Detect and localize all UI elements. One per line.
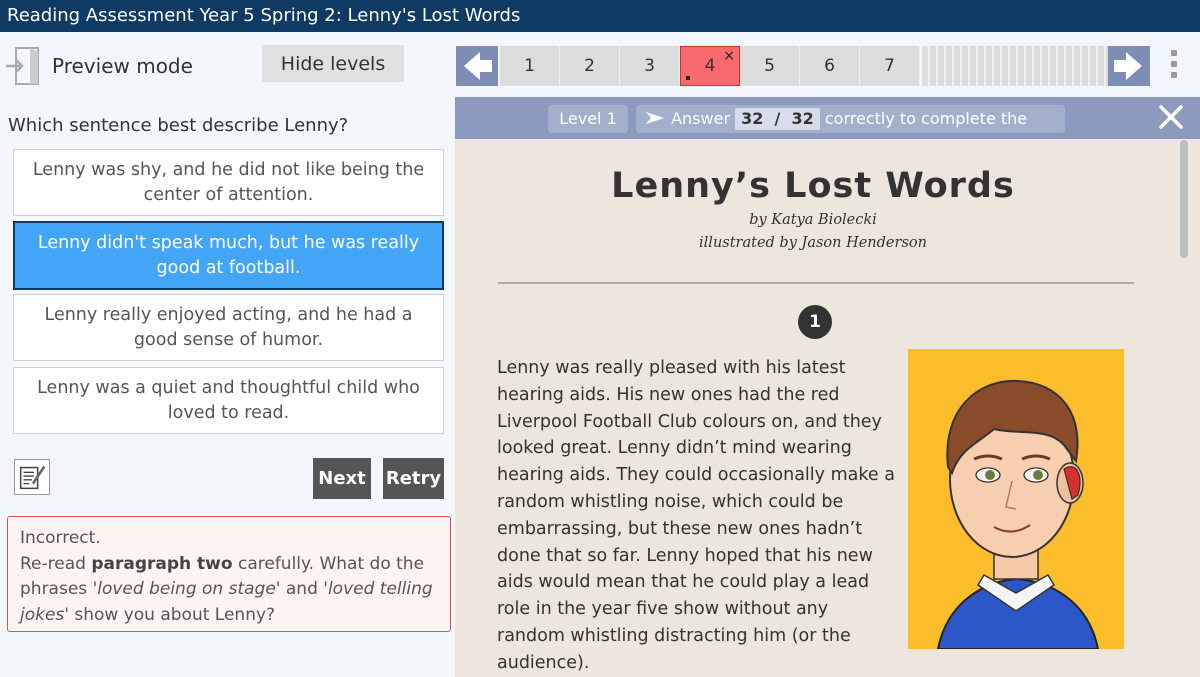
feedback-heading: Incorrect. (20, 528, 101, 548)
arrow-right-icon (1114, 52, 1142, 80)
play-arrow-icon (646, 112, 664, 124)
page-tab-6[interactable]: 6 (800, 46, 860, 86)
exit-door-icon[interactable] (4, 46, 40, 86)
more-vertical-icon[interactable] (1166, 50, 1182, 84)
level-label: Level 1 (548, 105, 628, 133)
question-text: Which sentence best describe Lenny? (8, 115, 349, 136)
page-tab-1[interactable]: 1 (500, 46, 560, 86)
story-illustrator: illustrated by Jason Henderson (699, 235, 927, 251)
notes-icon[interactable] (14, 459, 50, 495)
boy-portrait-illustration (908, 349, 1124, 649)
page-tab-5[interactable]: 5 (740, 46, 800, 86)
page-tab-3[interactable]: 3 (620, 46, 680, 86)
story-reader: Lenny’s Lost Words by Katya Biolecki ill… (455, 139, 1200, 677)
prev-page-button[interactable] (456, 46, 498, 86)
answer-option-2[interactable]: Lenny didn't speak much, but he was real… (13, 221, 444, 290)
question-panel: Preview mode Hide levels Which sentence … (0, 32, 455, 677)
answer-option-3[interactable]: Lenny really enjoyed acting, and he had … (13, 294, 444, 361)
page-tab-4-label: 4 (704, 56, 716, 76)
level-bar: Level 1 Answer 32 / 32 correctly to comp… (455, 97, 1200, 156)
app-title: Reading Assessment Year 5 Spring 2: Lenn… (7, 5, 521, 26)
incorrect-mark-icon: × (723, 48, 735, 64)
feedback-box: Incorrect. Re-read paragraph two careful… (7, 516, 451, 632)
reader-scrollbar[interactable] (1180, 140, 1188, 258)
level-goal: Answer 32 / 32 correctly to complete the… (636, 105, 1065, 156)
story-paragraph: Lenny was really pleased with his latest… (497, 358, 895, 673)
answer-prefix: Answer (671, 109, 731, 128)
page-tab-2[interactable]: 2 (560, 46, 620, 86)
close-icon[interactable] (1157, 103, 1185, 131)
paragraph-number-badge: 1 (798, 305, 832, 339)
app-title-bar: Reading Assessment Year 5 Spring 2: Lenn… (0, 0, 1200, 32)
preview-mode-label: Preview mode (52, 54, 193, 78)
answer-option-1[interactable]: Lenny was shy, and he did not like being… (13, 149, 444, 216)
page-tabs: 1 2 3 4 × 5 6 7 (500, 46, 920, 86)
arrow-left-icon (464, 52, 492, 80)
feedback-text: Re-read paragraph two carefully. What do… (20, 553, 433, 625)
page-tab-4-dot (686, 76, 690, 80)
next-button[interactable]: Next (313, 458, 371, 499)
page-tab-4[interactable]: 4 × (680, 46, 740, 86)
page-tab-7[interactable]: 7 (860, 46, 920, 86)
story-author: by Katya Biolecki (749, 212, 877, 228)
story-title: Lenny’s Lost Words (611, 166, 1015, 206)
remaining-pages-strip (922, 46, 1108, 86)
hide-levels-button[interactable]: Hide levels (262, 45, 404, 82)
retry-button[interactable]: Retry (383, 458, 444, 499)
title-divider (498, 282, 1134, 284)
answer-option-4[interactable]: Lenny was a quiet and thoughtful child w… (13, 367, 444, 434)
next-page-button[interactable] (1108, 46, 1150, 86)
answer-count: 32 / 32 (735, 108, 820, 130)
